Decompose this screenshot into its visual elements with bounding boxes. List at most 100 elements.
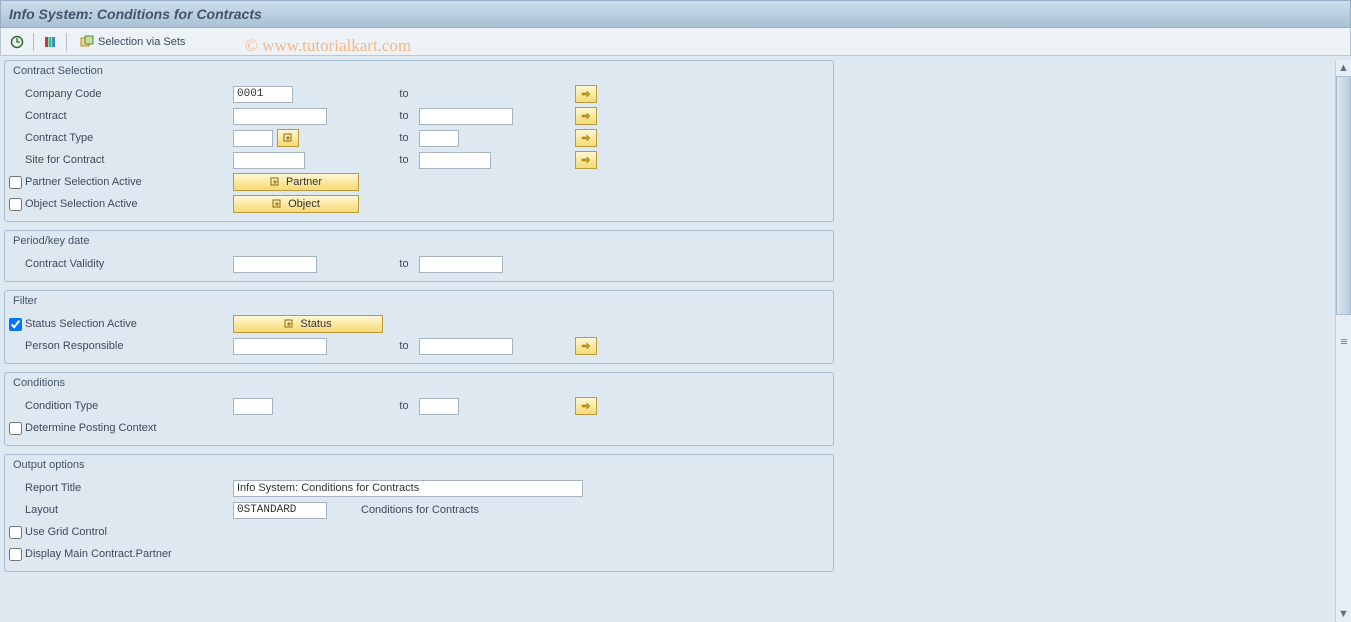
row-person-responsible: Person Responsible to xyxy=(5,335,833,357)
multi-select-condition-type[interactable] xyxy=(575,397,597,415)
multi-select-company-code[interactable] xyxy=(575,85,597,103)
row-status-selection-active: Status Selection Active Status xyxy=(5,313,833,335)
group-period: Period/key date Contract Validity to xyxy=(4,230,834,282)
condition-type-to[interactable] xyxy=(419,398,459,415)
expand-icon xyxy=(272,199,282,209)
contract-to[interactable] xyxy=(419,108,513,125)
arrow-right-icon xyxy=(581,155,591,165)
row-site-for-contract: Site for Contract to xyxy=(5,149,833,171)
label-status-sel: Status Selection Active xyxy=(23,318,233,330)
status-button[interactable]: Status xyxy=(233,315,383,333)
expand-icon xyxy=(284,319,294,329)
label-contract-type: Contract Type xyxy=(23,132,233,144)
contract-validity-from[interactable] xyxy=(233,256,317,273)
row-company-code: Company Code to xyxy=(5,83,833,105)
selection-via-sets-label: Selection via Sets xyxy=(98,36,185,48)
person-responsible-to[interactable] xyxy=(419,338,513,355)
group-contract-selection: Contract Selection Company Code to Contr… xyxy=(4,60,834,222)
toolbar-separator xyxy=(66,33,67,51)
label-condition-type: Condition Type xyxy=(23,400,233,412)
site-for-contract-from[interactable] xyxy=(233,152,305,169)
condition-type-from[interactable] xyxy=(233,398,273,415)
group-output-options: Output options Report Title Layout Condi… xyxy=(4,454,834,572)
determine-posting-context-checkbox[interactable] xyxy=(9,422,22,435)
title-bar: Info System: Conditions for Contracts xyxy=(0,0,1351,28)
contract-type-from[interactable] xyxy=(233,130,273,147)
to-label: to xyxy=(389,88,419,100)
layout-input[interactable] xyxy=(233,502,327,519)
group-title: Filter xyxy=(5,291,833,313)
row-layout: Layout Conditions for Contracts xyxy=(5,499,833,521)
arrow-right-icon xyxy=(581,401,591,411)
contract-type-to[interactable] xyxy=(419,130,459,147)
row-use-grid-control: Use Grid Control xyxy=(5,521,833,543)
label-partner-sel: Partner Selection Active xyxy=(23,176,233,188)
site-for-contract-to[interactable] xyxy=(419,152,491,169)
variants-icon[interactable] xyxy=(40,32,60,52)
object-selection-active-checkbox[interactable] xyxy=(9,198,22,211)
expand-icon xyxy=(283,133,293,143)
scroll-track[interactable] xyxy=(1336,76,1351,606)
label-use-grid: Use Grid Control xyxy=(23,526,233,538)
multi-select-person[interactable] xyxy=(575,337,597,355)
partner-button[interactable]: Partner xyxy=(233,173,359,191)
contract-validity-to[interactable] xyxy=(419,256,503,273)
status-selection-active-checkbox[interactable] xyxy=(9,318,22,331)
company-code-from[interactable] xyxy=(233,86,293,103)
row-partner-selection-active: Partner Selection Active Partner xyxy=(5,171,833,193)
group-title: Period/key date xyxy=(5,231,833,253)
object-button-label: Object xyxy=(288,198,320,210)
arrow-right-icon xyxy=(581,111,591,121)
label-site-for-contract: Site for Contract xyxy=(23,154,233,166)
partner-selection-active-checkbox[interactable] xyxy=(9,176,22,189)
page-title: Info System: Conditions for Contracts xyxy=(9,6,262,22)
multi-select-contract[interactable] xyxy=(575,107,597,125)
multi-select-site[interactable] xyxy=(575,151,597,169)
group-title: Contract Selection xyxy=(5,61,833,83)
arrow-right-icon xyxy=(581,133,591,143)
group-title: Conditions xyxy=(5,373,833,395)
label-object-sel: Object Selection Active xyxy=(23,198,233,210)
scroll-grip-icon xyxy=(1337,332,1351,350)
arrow-right-icon xyxy=(581,89,591,99)
report-title-input[interactable] xyxy=(233,480,583,497)
display-main-contract-partner-checkbox[interactable] xyxy=(9,548,22,561)
to-label: to xyxy=(389,110,419,122)
app-toolbar: Selection via Sets xyxy=(0,28,1351,56)
label-person-responsible: Person Responsible xyxy=(23,340,233,352)
execute-icon[interactable] xyxy=(7,32,27,52)
label-layout: Layout xyxy=(23,504,233,516)
person-responsible-from[interactable] xyxy=(233,338,327,355)
search-help-contract-type[interactable] xyxy=(277,129,299,147)
arrow-right-icon xyxy=(581,341,591,351)
scroll-up-icon[interactable]: ▲ xyxy=(1337,61,1351,75)
layout-description: Conditions for Contracts xyxy=(353,504,829,516)
use-grid-control-checkbox[interactable] xyxy=(9,526,22,539)
contract-from[interactable] xyxy=(233,108,327,125)
selection-via-sets-button[interactable]: Selection via Sets xyxy=(73,32,192,52)
label-contract-validity: Contract Validity xyxy=(23,258,233,270)
label-display-main-partner: Display Main Contract.Partner xyxy=(23,548,233,560)
row-contract-validity: Contract Validity to xyxy=(5,253,833,275)
row-determine-posting-context: Determine Posting Context xyxy=(5,417,833,439)
multi-select-contract-type[interactable] xyxy=(575,129,597,147)
row-condition-type: Condition Type to xyxy=(5,395,833,417)
object-button[interactable]: Object xyxy=(233,195,359,213)
to-label: to xyxy=(389,258,419,270)
to-label: to xyxy=(389,400,419,412)
label-contract: Contract xyxy=(23,110,233,122)
content-area: Contract Selection Company Code to Contr… xyxy=(4,60,1347,618)
sets-icon xyxy=(80,35,94,49)
group-title: Output options xyxy=(5,455,833,477)
scroll-thumb[interactable] xyxy=(1336,76,1351,315)
to-label: to xyxy=(389,132,419,144)
to-label: to xyxy=(389,154,419,166)
vertical-scrollbar[interactable]: ▲ ▼ xyxy=(1335,60,1351,622)
row-report-title: Report Title xyxy=(5,477,833,499)
label-company-code: Company Code xyxy=(23,88,233,100)
scroll-down-icon[interactable]: ▼ xyxy=(1337,607,1351,621)
label-determine-posting: Determine Posting Context xyxy=(23,422,233,434)
partner-button-label: Partner xyxy=(286,176,322,188)
group-filter: Filter Status Selection Active Status Pe… xyxy=(4,290,834,364)
status-button-label: Status xyxy=(300,318,331,330)
